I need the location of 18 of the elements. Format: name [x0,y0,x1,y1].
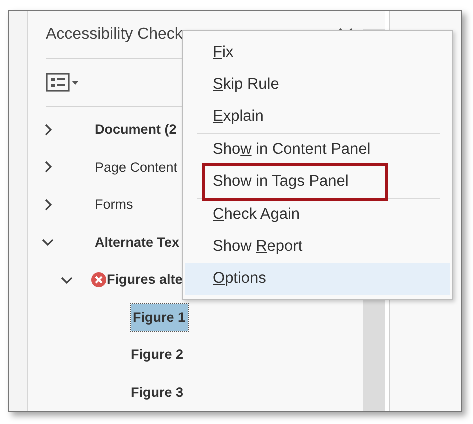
tree-item[interactable]: Figure 2 [131,347,184,362]
tree-item[interactable]: Forms [95,197,134,212]
menu-item[interactable]: Show in Content Panel [185,134,450,166]
tree-item[interactable]: Alternate Tex [95,234,180,250]
menu-item[interactable]: Skip Rule [185,69,450,101]
menu-item[interactable]: Show Report [185,231,450,263]
menu-item[interactable]: Options [185,263,450,295]
panel-title: Accessibility Check [46,26,183,44]
menu-item[interactable]: Fix [185,37,450,69]
menu-item[interactable]: Show in Tags Panel [185,166,450,198]
list-options-icon[interactable] [46,72,80,92]
menu-item[interactable]: Check Again [185,199,450,231]
tree-item[interactable]: Figure 3 [131,384,184,400]
tree-item[interactable]: Figure 1 [131,304,188,331]
menu-item[interactable]: Explain [185,101,450,133]
tree-item[interactable]: Document (2 [95,122,177,138]
tree-item[interactable]: Page Content [95,160,178,175]
tree-item[interactable]: Figures alte [107,272,183,288]
